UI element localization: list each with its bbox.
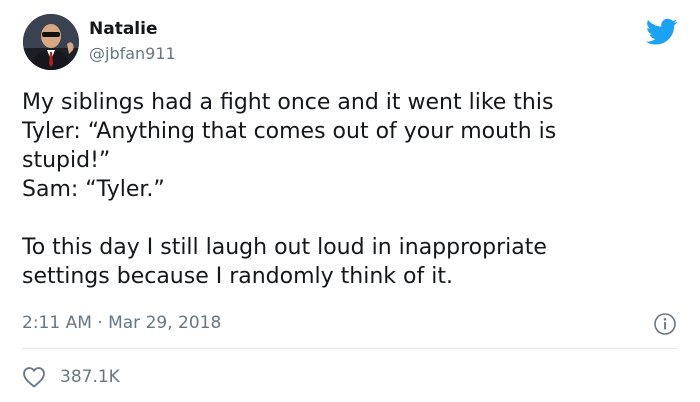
tweet-paragraph-gap xyxy=(22,204,672,233)
author-name[interactable]: Natalie xyxy=(89,18,157,40)
tweet-line: To this day I still laugh out loud in in… xyxy=(22,235,547,260)
tweet-line: Tyler: “Anything that comes out of your … xyxy=(22,119,557,144)
tweet-text: My siblings had a fight once and it went… xyxy=(22,88,672,291)
divider xyxy=(22,348,678,349)
twitter-bird-icon[interactable] xyxy=(646,18,678,46)
like-count: 387.1K xyxy=(60,367,120,387)
info-icon[interactable] xyxy=(653,312,677,336)
avatar[interactable] xyxy=(23,14,79,70)
tweet-line: My siblings had a fight once and it went… xyxy=(22,90,554,115)
tweet-line: settings because I randomly think of it. xyxy=(22,264,453,289)
profile-photo xyxy=(23,14,79,70)
tweet-line: Sam: “Tyler.” xyxy=(22,177,165,202)
author-handle[interactable]: @jbfan911 xyxy=(89,44,176,64)
tweet-timestamp[interactable]: 2:11 AM · Mar 29, 2018 xyxy=(22,312,221,334)
heart-icon[interactable] xyxy=(22,366,46,388)
tweet-line: stupid!” xyxy=(22,148,111,173)
like-button[interactable]: 387.1K xyxy=(22,364,120,390)
tweet-card: Natalie @jbfan911 My siblings had a figh… xyxy=(0,0,700,402)
